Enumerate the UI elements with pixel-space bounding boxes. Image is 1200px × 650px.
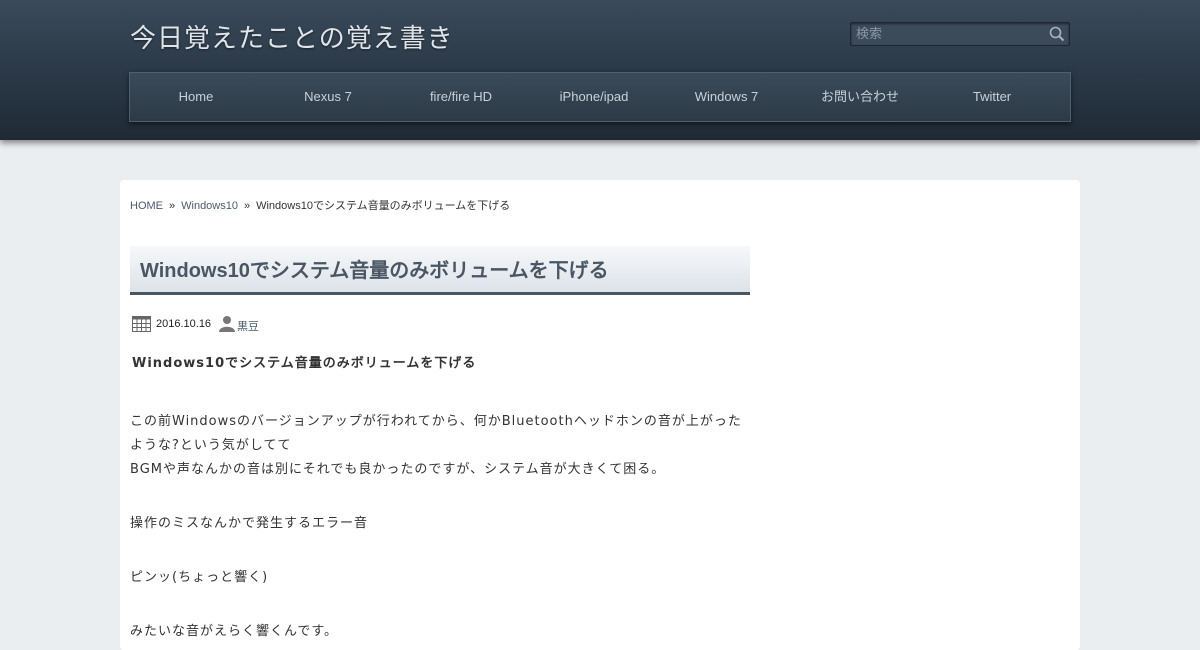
nav-item-contact[interactable]: お問い合わせ bbox=[793, 73, 927, 121]
post-author[interactable]: 黒豆 bbox=[237, 318, 259, 334]
paragraph: BGMや声なんかの音は別にそれでも良かったのですが、システム音が大きくて困る。 bbox=[130, 462, 666, 477]
main-nav: Home Nexus 7 fire/fire HD iPhone/ipad Wi… bbox=[129, 72, 1071, 122]
breadcrumb-current: Windows10でシステム音量のみボリュームを下げる bbox=[256, 200, 511, 212]
post-title-box: Windows10でシステム音量のみボリュームを下げる bbox=[130, 246, 750, 295]
post-body: Windows10でシステム音量のみボリュームを下げる この前Windowsのバ… bbox=[130, 356, 750, 644]
breadcrumb: HOME » Windows10 » Windows10でシステム音量のみボリュームを下… bbox=[130, 197, 510, 213]
post-title: Windows10でシステム音量のみボリュームを下げる bbox=[140, 260, 609, 282]
paragraph: この前Windowsのバージョンアップが行われてから、何かBluetoothヘッ… bbox=[130, 414, 742, 429]
breadcrumb-separator: » bbox=[169, 200, 176, 212]
nav-item-twitter[interactable]: Twitter bbox=[927, 73, 1057, 121]
paragraph: 操作のミスなんかで発生するエラー音 bbox=[130, 516, 369, 531]
site-header: 今日覚えたことの覚え書き Home Nexus 7 fire/fire HD i… bbox=[0, 0, 1200, 140]
breadcrumb-separator: » bbox=[243, 200, 251, 212]
post-lead: Windows10でシステム音量のみボリュームを下げる bbox=[132, 356, 477, 371]
nav-item-nexus7[interactable]: Nexus 7 bbox=[262, 73, 394, 121]
nav-item-iphone[interactable]: iPhone/ipad bbox=[528, 73, 660, 121]
paragraph: みたいな音がえらく響くんです。 bbox=[130, 624, 339, 639]
nav-item-home[interactable]: Home bbox=[130, 73, 262, 121]
search-box[interactable] bbox=[850, 22, 1070, 46]
breadcrumb-home[interactable]: HOME bbox=[130, 200, 163, 212]
paragraph: ような?という気がしてて bbox=[130, 438, 292, 453]
search-icon[interactable] bbox=[1049, 26, 1065, 42]
nav-item-fire[interactable]: fire/fire HD bbox=[394, 73, 528, 121]
author-icon bbox=[219, 316, 235, 332]
post-date: 2016.10.16 bbox=[156, 318, 212, 330]
paragraph: ピンッ(ちょっと響く) bbox=[130, 570, 269, 585]
site-title[interactable]: 今日覚えたことの覚え書き bbox=[130, 18, 454, 55]
main-content: HOME » Windows10 » Windows10でシステム音量のみボリュームを下… bbox=[120, 180, 1080, 650]
nav-item-windows7[interactable]: Windows 7 bbox=[660, 73, 793, 121]
calendar-icon bbox=[132, 316, 151, 332]
breadcrumb-category[interactable]: Windows10 bbox=[181, 200, 238, 212]
search-input[interactable] bbox=[851, 23, 1046, 45]
